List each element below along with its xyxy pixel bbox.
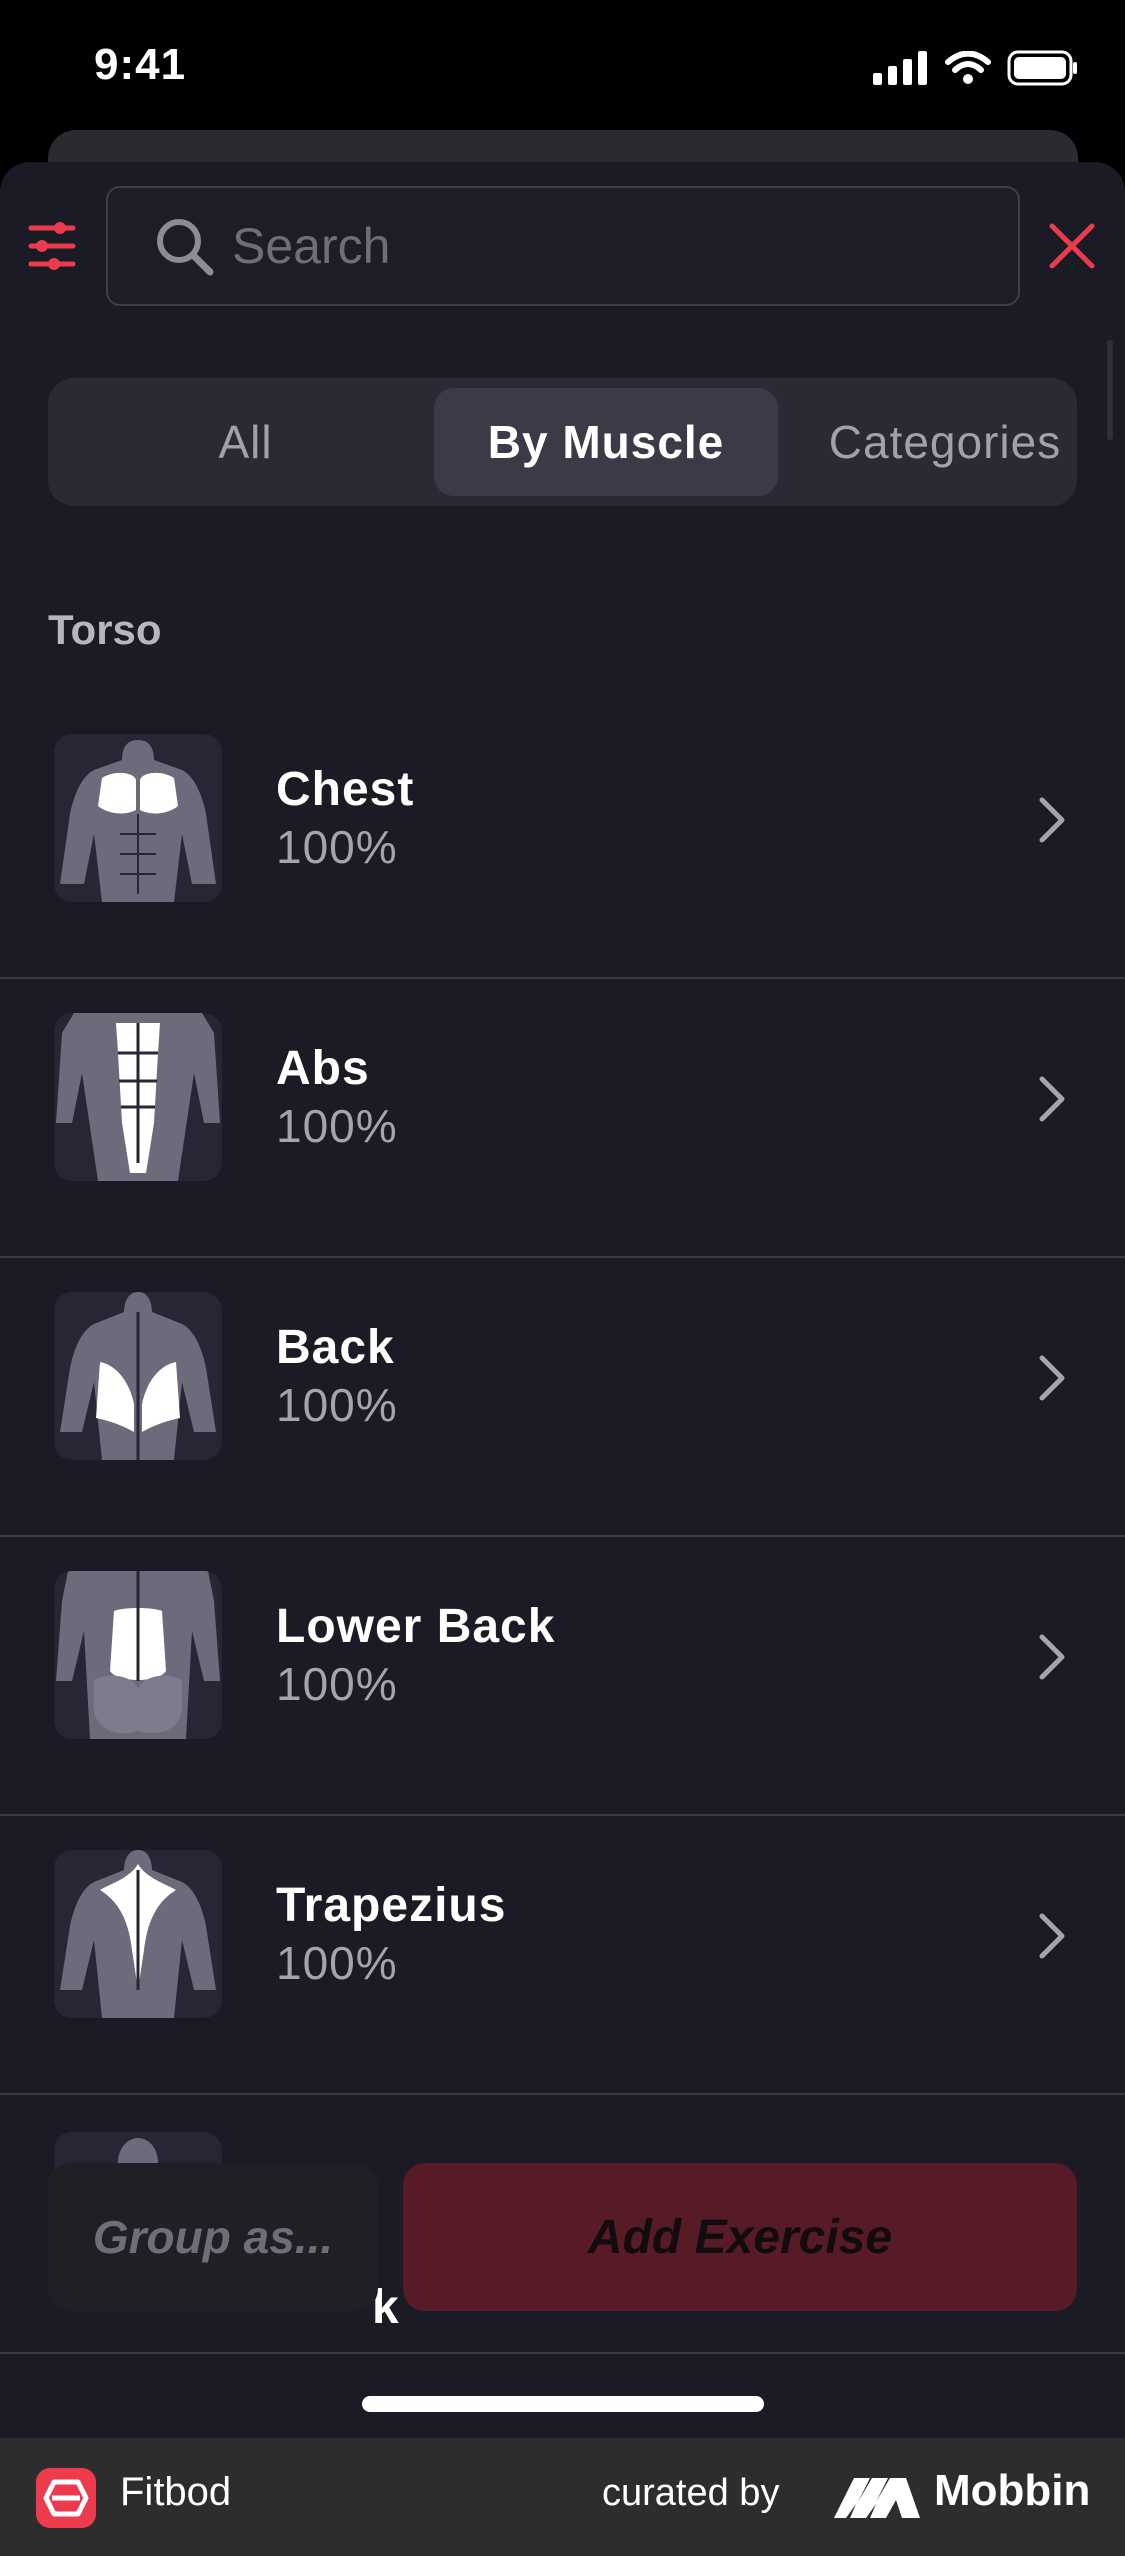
section-title: Torso (48, 606, 162, 653)
group-as-button[interactable]: Group as... (48, 2163, 378, 2311)
brand-name: Mobbin (934, 2466, 1091, 2515)
home-indicator (362, 2396, 764, 2412)
close-button[interactable] (1046, 220, 1098, 272)
fitbod-logo-icon (36, 2468, 96, 2528)
muscle-name: Lower Back (276, 1600, 556, 1653)
curated-by-label: curated by (602, 2472, 780, 2514)
muscle-row-abs[interactable]: Abs 100% (0, 979, 1125, 1258)
trapezius-muscle-icon (54, 1850, 222, 2018)
muscle-percentage: 100% (276, 1658, 398, 1710)
status-icons (873, 50, 1079, 86)
muscle-row-chest[interactable]: Chest 100% (0, 700, 1125, 979)
chevron-right-icon (1039, 1913, 1065, 1959)
add-exercise-button[interactable]: Add Exercise (403, 2163, 1077, 2311)
mobbin-logo-icon (834, 2478, 920, 2518)
segmented-control: All By Muscle Categories (48, 378, 1077, 506)
back-muscle-icon (54, 1292, 222, 1460)
status-time: 9:41 (94, 40, 187, 89)
chevron-right-icon (1039, 1634, 1065, 1680)
app-name: Fitbod (120, 2470, 232, 2514)
muscle-list: Chest 100% Abs 100% Back 100% Lower Back… (0, 700, 1125, 2095)
muscle-name: Abs (276, 1042, 370, 1095)
status-bar: 9:41 (0, 0, 1125, 140)
tab-categories[interactable]: Categories (780, 388, 1110, 496)
search-box[interactable] (106, 186, 1020, 306)
muscle-name: Trapezius (276, 1879, 507, 1932)
sliders-icon (28, 222, 76, 270)
chevron-right-icon (1039, 1076, 1065, 1122)
lower-back-muscle-icon (54, 1571, 222, 1739)
close-icon (1049, 223, 1095, 269)
muscle-percentage: 100% (276, 1937, 398, 1989)
tab-by-muscle[interactable]: By Muscle (434, 388, 778, 496)
search-icon (157, 219, 214, 276)
chevron-right-icon (1039, 797, 1065, 843)
muscle-name: Back (276, 1321, 395, 1374)
abs-muscle-icon (54, 1013, 222, 1181)
tab-all[interactable]: All (58, 388, 433, 496)
muscle-percentage: 100% (276, 1100, 398, 1152)
battery-icon (1007, 50, 1077, 86)
footer-bar: Fitbod curated by Mobbin (0, 2438, 1125, 2556)
muscle-percentage: 100% (276, 1379, 398, 1431)
chevron-right-icon (1039, 1355, 1065, 1401)
wifi-icon (945, 51, 991, 84)
muscle-row-trapezius[interactable]: Trapezius 100% (0, 1816, 1125, 2095)
muscle-percentage: 100% (276, 821, 398, 873)
signal-icon (873, 51, 927, 85)
chest-muscle-icon (54, 734, 222, 902)
muscle-row-back[interactable]: Back 100% (0, 1258, 1125, 1537)
filter-button[interactable] (28, 218, 76, 274)
muscle-name: Chest (276, 763, 415, 816)
search-input[interactable] (232, 188, 972, 304)
divider (0, 2352, 1125, 2354)
muscle-row-lower-back[interactable]: Lower Back 100% (0, 1537, 1125, 1816)
